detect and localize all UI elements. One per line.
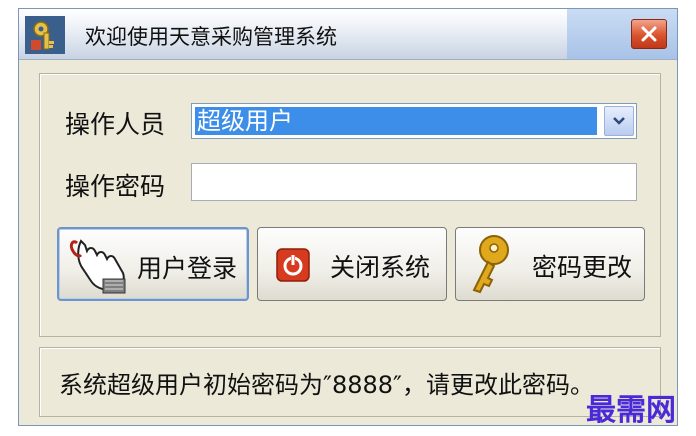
close-icon bbox=[641, 26, 657, 42]
power-icon bbox=[276, 248, 310, 282]
close-system-button[interactable]: 关闭系统 bbox=[257, 227, 447, 301]
key-icon bbox=[472, 235, 509, 294]
window-title: 欢迎使用天意采购管理系统 bbox=[85, 25, 337, 49]
chevron-down-icon bbox=[613, 117, 625, 125]
password-hint-text: 系统超级用户初始密码为″8888″，请更改此密码。 bbox=[59, 371, 595, 399]
operator-selected-value[interactable]: 超级用户 bbox=[195, 107, 597, 135]
login-button[interactable]: 用户登录 bbox=[57, 227, 249, 301]
operator-select[interactable]: 超级用户 bbox=[191, 103, 637, 139]
watermark-logo: 最需网 bbox=[586, 393, 676, 428]
operator-label: 操作人员 bbox=[65, 110, 166, 139]
title-bar[interactable]: 欢迎使用天意采购管理系统 bbox=[19, 9, 677, 60]
change-password-button-label: 密码更改 bbox=[532, 253, 633, 282]
login-window: 欢迎使用天意采购管理系统 操作人员 超级用户 操作密码 用户登录 关闭系统 密码… bbox=[18, 8, 678, 426]
close-system-button-label: 关闭系统 bbox=[330, 253, 431, 282]
change-password-button[interactable]: 密码更改 bbox=[455, 227, 645, 301]
login-button-label: 用户登录 bbox=[137, 254, 238, 283]
close-button[interactable] bbox=[631, 19, 667, 49]
hand-pointer-icon bbox=[69, 239, 126, 294]
password-input[interactable] bbox=[191, 163, 637, 201]
password-label: 操作密码 bbox=[65, 172, 166, 201]
operator-dropdown-button[interactable] bbox=[604, 106, 634, 136]
key-app-icon bbox=[25, 16, 65, 54]
